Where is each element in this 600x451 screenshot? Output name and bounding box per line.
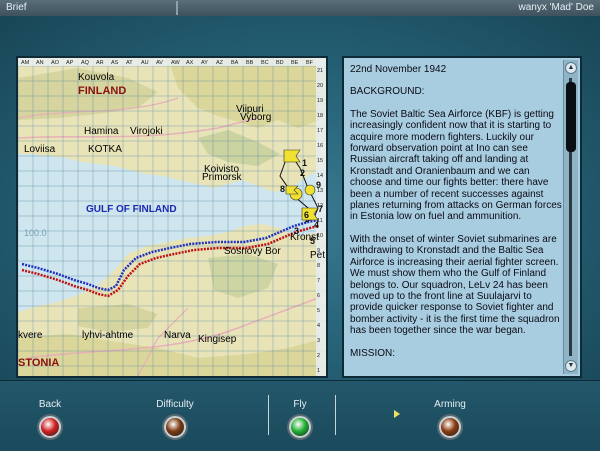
map-row-label: 21 — [317, 68, 323, 74]
map-place-label: Hamina — [84, 126, 119, 137]
waypoint-number: 4 — [314, 220, 319, 230]
map-place-label: Primorsk — [202, 172, 242, 183]
fly-selection-bracket — [268, 395, 336, 435]
map-place-label: Kouvola — [78, 72, 115, 83]
map-place-label: Loviisa — [24, 144, 56, 155]
map-column-label: AN — [36, 60, 44, 66]
map-row-label: 1 — [317, 368, 320, 374]
map-column-label: BC — [261, 60, 269, 66]
waypoint-number: 2 — [300, 168, 305, 178]
arming-button[interactable]: Arming — [405, 399, 495, 438]
background-paragraph-2: With the onset of winter Soviet submarin… — [350, 233, 560, 337]
map-row-label: 3 — [317, 338, 320, 344]
back-label: Back — [38, 399, 62, 410]
map-column-label: BD — [276, 60, 284, 66]
map-place-label: FINLAND — [78, 85, 126, 97]
waypoint-number: 7 — [318, 204, 323, 214]
tab-brief[interactable]: Brief — [6, 1, 27, 15]
map-place-label: 100.0 — [24, 228, 47, 238]
map-row-label: 6 — [317, 293, 320, 299]
map-column-label: AW — [171, 60, 180, 66]
map-column-label: AM — [21, 60, 30, 66]
map-column-label: BB — [246, 60, 254, 66]
map-column-label: AU — [141, 60, 149, 66]
waypoint-number: 6 — [304, 210, 309, 220]
map-column-label: AP — [66, 60, 74, 66]
map-column-label: AO — [51, 60, 60, 66]
arming-knob-icon[interactable] — [439, 416, 461, 438]
map-place-label: GULF OF FINLAND — [86, 204, 177, 215]
scroll-thumb[interactable] — [566, 82, 576, 152]
difficulty-button[interactable]: Difficulty — [130, 399, 220, 438]
scroll-down-arrow-icon[interactable]: ▼ — [565, 360, 577, 372]
map-row-label: 8 — [317, 263, 320, 269]
map-row-label: 20 — [317, 83, 323, 89]
map-column-label: AQ — [81, 60, 90, 66]
briefing-text-panel[interactable]: 22nd November 1942 BACKGROUND: The Sovie… — [342, 56, 582, 378]
map-column-label: AR — [96, 60, 104, 66]
waypoint-number: 8 — [280, 184, 285, 194]
map-row-label: 2 — [317, 353, 320, 359]
map-column-label: AT — [126, 60, 133, 66]
map-row-label: 16 — [317, 143, 323, 149]
map-row-label: 18 — [317, 113, 323, 119]
back-button[interactable]: Back — [5, 399, 95, 438]
map-column-label: AS — [111, 60, 119, 66]
mission-heading: MISSION: — [350, 347, 396, 359]
scroll-up-arrow-icon[interactable]: ▲ — [565, 62, 577, 74]
map-place-label: kvere — [18, 330, 43, 341]
briefing-scrollbar[interactable]: ▲ ▼ — [563, 60, 578, 374]
tab-divider — [176, 1, 178, 15]
arming-label: Arming — [434, 399, 466, 410]
map-column-label: AZ — [216, 60, 224, 66]
map-column-label: AV — [156, 60, 163, 66]
back-knob-icon[interactable] — [39, 416, 61, 438]
map-row-label: 14 — [317, 173, 323, 179]
map-place-label: Kingisep — [198, 334, 237, 345]
map-column-label: AX — [186, 60, 194, 66]
mouse-cursor-icon — [394, 410, 400, 418]
map-place-label: Narva — [164, 330, 191, 341]
map-row-label: 17 — [317, 128, 323, 134]
map-row-label: 5 — [317, 308, 320, 314]
map-place-label: Pet — [310, 250, 325, 261]
map-row-label: 7 — [317, 278, 320, 284]
map-row-label: 15 — [317, 158, 323, 164]
background-heading: BACKGROUND: — [350, 86, 425, 98]
map-column-label: BE — [291, 60, 299, 66]
map-place-label: Kronst — [290, 232, 319, 243]
map-column-label: AY — [201, 60, 208, 66]
map-place-label: Sosnovy Bor — [224, 246, 281, 257]
map-row-label: 4 — [317, 323, 320, 329]
waypoint-number: 9 — [316, 180, 321, 190]
brief-date: 22nd November 1942 — [350, 64, 447, 75]
map-place-label: Virojoki — [130, 126, 163, 137]
top-bar: Brief wanyx 'Mad' Doe — [0, 0, 600, 17]
map-column-label: BF — [306, 60, 314, 66]
background-paragraph-1: The Soviet Baltic Sea Airforce (KBF) is … — [350, 108, 562, 223]
map-column-label: BA — [231, 60, 239, 66]
map-row-label: 19 — [317, 98, 323, 104]
waypoint-number: 1 — [302, 158, 307, 168]
difficulty-label: Difficulty — [156, 399, 194, 410]
difficulty-knob-icon[interactable] — [164, 416, 186, 438]
briefing-map[interactable]: AM AN AO AP AQ AR AS AT AU AV AW AX AY AZ BA BB BC BD BE BF… — [16, 56, 328, 378]
map-place-label: STONIA — [18, 357, 59, 369]
briefing-text: 22nd November 1942 BACKGROUND: The Sovie… — [350, 64, 564, 370]
map-place-label: lyhvi-ahtme — [82, 330, 134, 341]
map-place-label: Vyborg — [240, 112, 271, 123]
map-canvas[interactable]: AM AN AO AP AQ AR AS AT AU AV AW AX AY AZ BA BB BC BD BE BF… — [18, 58, 326, 376]
briefing-area: AM AN AO AP AQ AR AS AT AU AV AW AX AY AZ BA BB BC BD BE BF… — [0, 16, 600, 380]
pilot-name: wanyx 'Mad' Doe — [518, 2, 594, 13]
map-place-label: KOTKA — [88, 144, 122, 155]
